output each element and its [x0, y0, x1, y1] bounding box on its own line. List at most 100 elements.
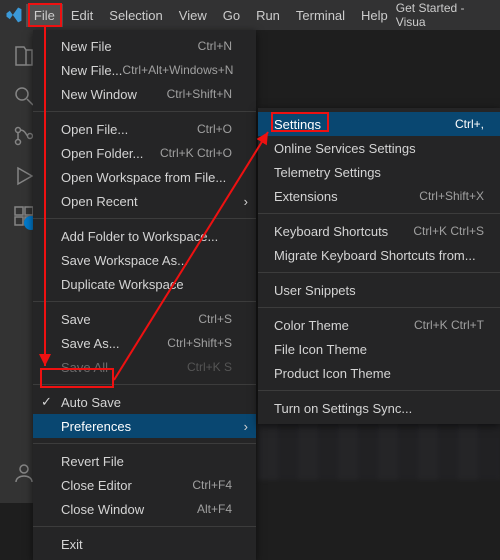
pref-menu-extensions[interactable]: ExtensionsCtrl+Shift+X: [258, 184, 500, 208]
menu-item-accel: Ctrl+Shift+N: [167, 87, 232, 101]
menu-item-label: Preferences: [61, 419, 232, 434]
menu-item-accel: Ctrl+K S: [187, 360, 232, 374]
file-menu-duplicate-workspace[interactable]: Duplicate Workspace: [33, 272, 256, 296]
pref-menu-user-snippets[interactable]: User Snippets: [258, 278, 500, 302]
menu-edit[interactable]: Edit: [63, 4, 101, 27]
file-menu-open-workspace-from-file[interactable]: Open Workspace from File...: [33, 165, 256, 189]
menu-item-label: Product Icon Theme: [274, 366, 484, 381]
preferences-submenu: SettingsCtrl+, Online Services Settings Te…: [258, 108, 500, 424]
menu-item-label: Open Folder...: [61, 146, 160, 161]
menu-item-accel: Ctrl+K Ctrl+S: [413, 224, 484, 238]
menu-item-label: Telemetry Settings: [274, 165, 484, 180]
check-icon: ✓: [41, 394, 52, 410]
menu-item-label: Save As...: [61, 336, 167, 351]
menu-item-label: New File...: [61, 63, 122, 78]
file-menu-close-editor[interactable]: Close EditorCtrl+F4: [33, 473, 256, 497]
chevron-right-icon: ›: [244, 419, 248, 434]
file-menu-new-file[interactable]: New File...Ctrl+Alt+Windows+N: [33, 58, 256, 82]
menu-item-label: Duplicate Workspace: [61, 277, 232, 292]
pref-menu-product-icon-theme[interactable]: Product Icon Theme: [258, 361, 500, 385]
menu-item-accel: Ctrl+K Ctrl+T: [414, 318, 484, 332]
pref-menu-settings[interactable]: SettingsCtrl+,: [258, 112, 500, 136]
menu-item-accel: Ctrl+S: [198, 312, 232, 326]
menu-item-label: Save Workspace As...: [61, 253, 232, 268]
menu-separator: [33, 111, 256, 112]
menu-item-accel: Ctrl+Alt+Windows+N: [122, 63, 233, 77]
menu-item-accel: Ctrl+,: [455, 117, 484, 131]
menu-item-accel: Ctrl+Shift+X: [419, 189, 484, 203]
menu-item-label: Open Recent: [61, 194, 232, 209]
menu-item-label: Keyboard Shortcuts: [274, 224, 413, 239]
menu-item-label: Save All: [61, 360, 187, 375]
pref-menu-color-theme[interactable]: Color ThemeCtrl+K Ctrl+T: [258, 313, 500, 337]
menu-separator: [33, 384, 256, 385]
file-menu-new-file[interactable]: New FileCtrl+N: [33, 34, 256, 58]
menu-separator: [33, 218, 256, 219]
menu-separator: [258, 390, 500, 391]
menu-item-label: Close Window: [61, 502, 197, 517]
menu-item-label: New File: [61, 39, 198, 54]
file-menu-add-folder-to-workspace[interactable]: Add Folder to Workspace...: [33, 224, 256, 248]
pref-menu-telemetry-settings[interactable]: Telemetry Settings: [258, 160, 500, 184]
menu-item-label: Open Workspace from File...: [61, 170, 232, 185]
menu-separator: [258, 307, 500, 308]
file-menu-save-workspace-as[interactable]: Save Workspace As...: [33, 248, 256, 272]
menu-run[interactable]: Run: [248, 4, 288, 27]
menu-item-accel: Ctrl+N: [198, 39, 232, 53]
menu-separator: [258, 272, 500, 273]
menu-item-label: Settings: [274, 117, 455, 132]
file-menu-exit[interactable]: Exit: [33, 532, 256, 556]
menu-item-label: Exit: [61, 537, 232, 552]
menu-bar: FileEditSelectionViewGoRunTerminalHelp: [26, 4, 396, 27]
menu-separator: [33, 526, 256, 527]
file-menu-dropdown: New FileCtrl+NNew File...Ctrl+Alt+Window…: [33, 30, 256, 560]
menu-go[interactable]: Go: [215, 4, 248, 27]
file-menu-preferences[interactable]: Preferences ›: [33, 414, 256, 438]
file-menu-save-all: Save AllCtrl+K S: [33, 355, 256, 379]
menu-item-label: File Icon Theme: [274, 342, 484, 357]
pref-menu-file-icon-theme[interactable]: File Icon Theme: [258, 337, 500, 361]
menu-file[interactable]: File: [26, 4, 63, 27]
file-menu-open-file[interactable]: Open File...Ctrl+O: [33, 117, 256, 141]
menu-item-label: Online Services Settings: [274, 141, 484, 156]
file-menu-new-window[interactable]: New WindowCtrl+Shift+N: [33, 82, 256, 106]
file-menu-auto-save[interactable]: ✓ Auto Save: [33, 390, 256, 414]
pref-menu-keyboard-shortcuts[interactable]: Keyboard ShortcutsCtrl+K Ctrl+S: [258, 219, 500, 243]
menu-item-label: Revert File: [61, 454, 232, 469]
menu-item-label: Migrate Keyboard Shortcuts from...: [274, 248, 484, 263]
menu-separator: [258, 213, 500, 214]
file-menu-save[interactable]: SaveCtrl+S: [33, 307, 256, 331]
menu-item-accel: Ctrl+F4: [192, 478, 232, 492]
menu-item-accel: Ctrl+K Ctrl+O: [160, 146, 232, 160]
menu-item-label: Color Theme: [274, 318, 414, 333]
menu-item-label: Turn on Settings Sync...: [274, 401, 484, 416]
file-menu-open-recent[interactable]: Open Recent ›: [33, 189, 256, 213]
menu-item-label: Auto Save: [61, 395, 232, 410]
menu-separator: [33, 301, 256, 302]
menu-item-label: Extensions: [274, 189, 419, 204]
pref-menu-migrate-keyboard-shortcuts-from[interactable]: Migrate Keyboard Shortcuts from...: [258, 243, 500, 267]
menu-item-accel: Alt+F4: [197, 502, 232, 516]
menu-item-accel: Ctrl+O: [197, 122, 232, 136]
pref-menu-turn-on-settings-sync[interactable]: Turn on Settings Sync...: [258, 396, 500, 420]
menu-item-label: Save: [61, 312, 198, 327]
menu-terminal[interactable]: Terminal: [288, 4, 353, 27]
menu-help[interactable]: Help: [353, 4, 396, 27]
menu-item-label: Open File...: [61, 122, 197, 137]
vscode-logo-icon: [4, 4, 24, 26]
menu-item-label: User Snippets: [274, 283, 484, 298]
file-menu-open-folder[interactable]: Open Folder...Ctrl+K Ctrl+O: [33, 141, 256, 165]
title-bar: FileEditSelectionViewGoRunTerminalHelp G…: [0, 0, 500, 30]
window-title: Get Started - Visua: [396, 1, 496, 29]
menu-view[interactable]: View: [171, 4, 215, 27]
menu-item-accel: Ctrl+Shift+S: [167, 336, 232, 350]
file-menu-close-window[interactable]: Close WindowAlt+F4: [33, 497, 256, 521]
file-menu-revert-file[interactable]: Revert File: [33, 449, 256, 473]
menu-selection[interactable]: Selection: [101, 4, 170, 27]
menu-item-label: New Window: [61, 87, 167, 102]
menu-item-label: Close Editor: [61, 478, 192, 493]
chevron-right-icon: ›: [244, 194, 248, 209]
file-menu-save-as[interactable]: Save As...Ctrl+Shift+S: [33, 331, 256, 355]
pref-menu-online-services-settings[interactable]: Online Services Settings: [258, 136, 500, 160]
menu-separator: [33, 443, 256, 444]
